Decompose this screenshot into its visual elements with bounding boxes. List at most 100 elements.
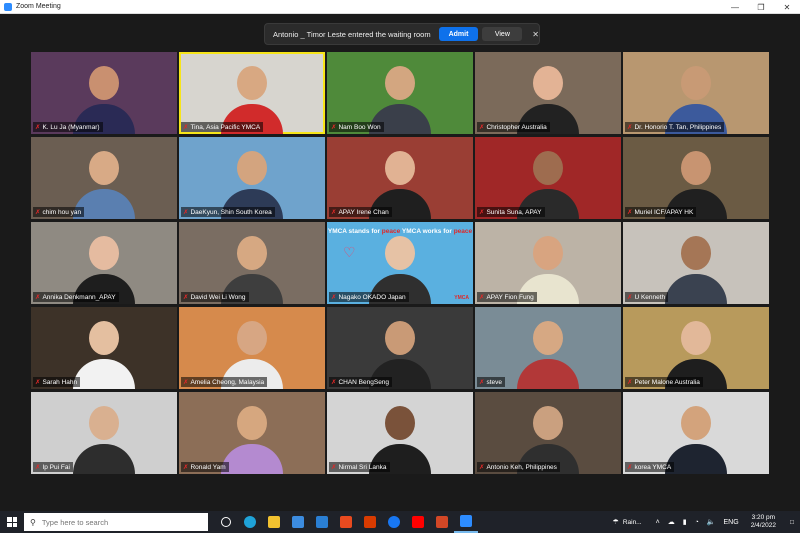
participant-name-label: ✗ Tina, Asia Pacific YMCA xyxy=(181,122,264,132)
participant-tile[interactable]: YMCA stands for peace YMCA works for pea… xyxy=(327,222,473,304)
participant-tile[interactable]: ✗ APAY Fion Fung xyxy=(475,222,621,304)
taskbar-search[interactable]: ⚲ xyxy=(24,513,208,531)
participant-tile[interactable]: ✗ K. Lu Ja (Myanmar) xyxy=(31,52,177,134)
participant-tile[interactable]: ✗ APAY Irene Chan xyxy=(327,137,473,219)
facebook-taskbar-icon[interactable] xyxy=(382,511,406,533)
participant-name-label: ✗ K. Lu Ja (Myanmar) xyxy=(33,122,103,132)
participant-face xyxy=(237,406,267,440)
participant-tile[interactable]: ✗ Annika Denkmann_APAY xyxy=(31,222,177,304)
office-taskbar-icon[interactable] xyxy=(334,511,358,533)
participant-face xyxy=(237,66,267,100)
participant-tile[interactable]: ✗ Tina, Asia Pacific YMCA xyxy=(179,52,325,134)
participant-tile[interactable]: ✗ Christopher Australia xyxy=(475,52,621,134)
participant-body xyxy=(517,359,579,389)
participant-tile[interactable]: ✗ Antonio Keh, Philippines xyxy=(475,392,621,474)
participant-tile[interactable]: ✗ Nirmal Sri Lanka xyxy=(327,392,473,474)
participant-video xyxy=(365,151,435,219)
participant-name: chim hou yan xyxy=(42,208,82,216)
waiting-room-message: Antonio _ Timor Leste entered the waitin… xyxy=(273,29,431,39)
participant-tile[interactable]: ✗ chim hou yan xyxy=(31,137,177,219)
youtube-taskbar-icon[interactable] xyxy=(406,511,430,533)
language-indicator[interactable]: ENG xyxy=(724,519,739,526)
minimize-button[interactable]: — xyxy=(722,0,748,14)
edge-taskbar-icon[interactable] xyxy=(238,511,262,533)
participant-name: Sarah Hahn xyxy=(42,378,78,386)
participant-video xyxy=(365,406,435,474)
wifi-icon[interactable]: ◔ xyxy=(695,519,699,526)
cloud-icon[interactable]: ☁ xyxy=(668,518,675,526)
participant-video xyxy=(69,151,139,219)
participant-video xyxy=(217,236,287,304)
participant-tile[interactable]: ✗ korea YMCA xyxy=(623,392,769,474)
participant-face xyxy=(89,236,119,270)
volume-icon[interactable]: 🔈 xyxy=(707,518,716,526)
ymca-banner-peace1: peace xyxy=(381,228,401,235)
store-icon xyxy=(292,516,304,528)
participant-tile[interactable]: ✗ Peter Malone Australia xyxy=(623,307,769,389)
participant-video xyxy=(661,321,731,389)
search-input[interactable] xyxy=(41,517,192,527)
start-button[interactable] xyxy=(0,511,24,533)
weather-widget[interactable]: ☂ Rain... xyxy=(609,518,642,527)
powerpoint-taskbar-icon[interactable] xyxy=(430,511,454,533)
window-titlebar: Zoom Meeting — ❐ ✕ xyxy=(0,0,800,14)
participant-body xyxy=(665,274,727,304)
chevron-up-icon[interactable]: ˄ xyxy=(656,519,660,526)
participant-video xyxy=(513,236,583,304)
participant-face xyxy=(89,406,119,440)
participant-name: steve xyxy=(486,378,502,386)
participant-tile[interactable]: ✗ Sarah Hahn xyxy=(31,307,177,389)
participant-name: Nagako OKADO Japan xyxy=(338,293,406,301)
notifications-icon[interactable]: □ xyxy=(784,519,800,526)
close-window-button[interactable]: ✕ xyxy=(774,0,800,14)
participant-name-label: ✗ Dr. Honorio T. Tan, Philippines xyxy=(625,122,725,132)
maximize-button[interactable]: ❐ xyxy=(748,0,774,14)
participant-tile[interactable]: ✗ Sunita Suna, APAY xyxy=(475,137,621,219)
mail-icon xyxy=(316,516,328,528)
participant-face xyxy=(237,321,267,355)
participant-tile[interactable]: ✗ steve xyxy=(475,307,621,389)
participant-name: Ip Pui Fai xyxy=(42,463,70,471)
participant-tile[interactable]: ✗ David Wei Li Wong xyxy=(179,222,325,304)
taskbar-clock[interactable]: 3:20 pm 2/4/2022 xyxy=(751,514,776,530)
participant-video xyxy=(661,236,731,304)
participant-face xyxy=(533,236,563,270)
participant-name-label: ✗ Peter Malone Australia xyxy=(625,377,703,387)
participant-tile[interactable]: ✗ Ip Pui Fai xyxy=(31,392,177,474)
participant-video xyxy=(513,406,583,474)
participant-tile[interactable]: ✗ U Kenneth xyxy=(623,222,769,304)
participant-name-label: ✗ steve xyxy=(477,377,505,387)
participant-name: Nam Boo Won xyxy=(338,123,381,131)
store-taskbar-icon[interactable] xyxy=(286,511,310,533)
participant-tile[interactable]: ✗ Muriel ICF/APAY HK xyxy=(623,137,769,219)
participant-tile[interactable]: ✗ Ronald Yam xyxy=(179,392,325,474)
mail-taskbar-icon[interactable] xyxy=(310,511,334,533)
file-explorer-icon xyxy=(268,516,280,528)
muted-mic-icon: ✗ xyxy=(479,124,485,131)
participant-name: Dr. Honorio T. Tan, Philippines xyxy=(634,123,722,131)
zoom-taskbar-icon[interactable] xyxy=(454,511,478,533)
admit-button[interactable]: Admit xyxy=(438,27,479,41)
participant-name-label: ✗ David Wei Li Wong xyxy=(181,292,249,302)
participant-tile[interactable]: ✗ Dr. Honorio T. Tan, Philippines xyxy=(623,52,769,134)
participant-tile[interactable]: ✗ Amelia Cheong, Malaysia xyxy=(179,307,325,389)
word-taskbar-icon[interactable] xyxy=(358,511,382,533)
participant-tile[interactable]: ✗ DaeKyun, Shin South Korea xyxy=(179,137,325,219)
muted-mic-icon: ✗ xyxy=(331,209,337,216)
participant-video xyxy=(365,66,435,134)
participant-name: Tina, Asia Pacific YMCA xyxy=(190,123,261,131)
muted-mic-icon: ✗ xyxy=(183,464,189,471)
participant-name-label: ✗ Sunita Suna, APAY xyxy=(477,207,545,217)
participant-face xyxy=(89,321,119,355)
participant-name: Ronald Yam xyxy=(190,463,226,471)
view-button[interactable]: View xyxy=(482,27,523,41)
clock-time: 3:20 pm xyxy=(751,514,776,521)
battery-icon[interactable]: ▮ xyxy=(683,518,687,526)
participant-name: K. Lu Ja (Myanmar) xyxy=(42,123,100,131)
close-notification-icon[interactable]: ✕ xyxy=(532,30,539,39)
participant-tile[interactable]: ✗ CHAN BengSeng xyxy=(327,307,473,389)
word-icon xyxy=(364,516,376,528)
participant-tile[interactable]: ✗ Nam Boo Won xyxy=(327,52,473,134)
task-view-taskbar-icon[interactable] xyxy=(214,511,238,533)
file-explorer-taskbar-icon[interactable] xyxy=(262,511,286,533)
